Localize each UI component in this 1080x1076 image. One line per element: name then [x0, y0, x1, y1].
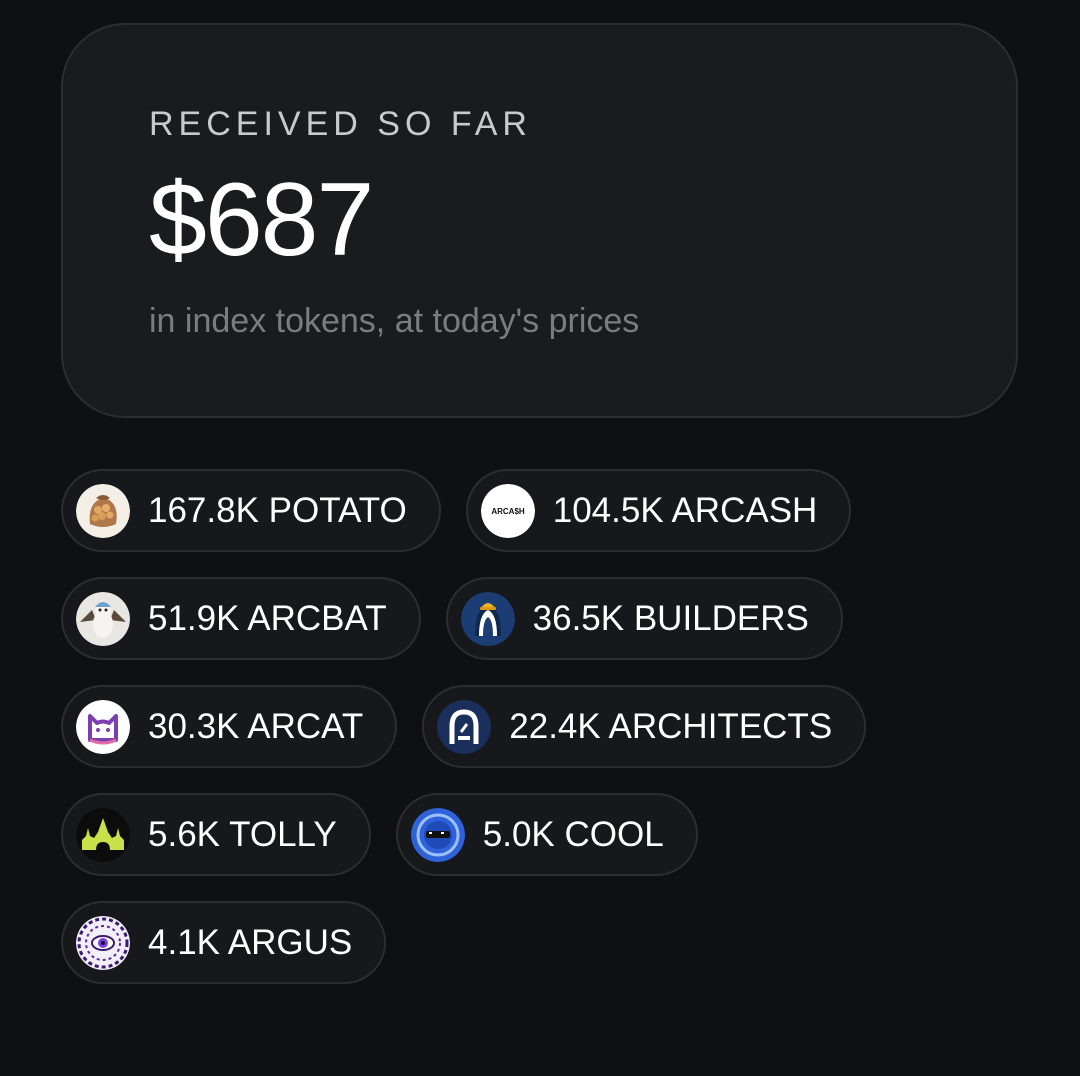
- token-amount: 22.4K ARCHITECTS: [509, 706, 833, 746]
- token-row: 167.8K POTATO ARCA$H 104.5K ARCASH: [61, 469, 1021, 552]
- svg-text:ARCA$H: ARCA$H: [491, 507, 525, 516]
- token-pill-cool[interactable]: 5.0K COOL: [395, 793, 698, 876]
- token-pill-arcat[interactable]: 30.3K ARCAT: [61, 685, 398, 768]
- received-label: RECEIVED SO FAR: [149, 105, 532, 143]
- token-pill-tolly[interactable]: 5.6K TOLLY: [61, 793, 371, 876]
- token-list: 167.8K POTATO ARCA$H 104.5K ARCASH 51.9K…: [61, 469, 1021, 1009]
- token-pill-builders[interactable]: 36.5K BUILDERS: [445, 577, 843, 660]
- token-pill-architects[interactable]: 22.4K ARCHITECTS: [422, 685, 867, 768]
- token-amount: 30.3K ARCAT: [148, 706, 364, 746]
- received-amount: $687: [149, 162, 374, 278]
- token-amount: 5.0K COOL: [482, 814, 664, 854]
- token-amount: 36.5K BUILDERS: [532, 598, 809, 638]
- token-row: 5.6K TOLLY 5.0K COOL: [61, 793, 1021, 876]
- arcash-icon: ARCA$H: [480, 483, 535, 538]
- token-pill-arcash[interactable]: ARCA$H 104.5K ARCASH: [465, 469, 852, 552]
- token-pill-potato[interactable]: 167.8K POTATO: [61, 469, 441, 552]
- token-pill-arcbat[interactable]: 51.9K ARCBAT: [61, 577, 421, 660]
- argus-icon: [76, 915, 130, 970]
- builders-icon: [460, 591, 515, 646]
- received-summary-card: RECEIVED SO FAR $687 in index tokens, at…: [61, 23, 1018, 418]
- cool-icon: [410, 807, 465, 862]
- token-pill-argus[interactable]: 4.1K ARGUS: [61, 901, 387, 984]
- token-amount: 51.9K ARCBAT: [148, 598, 387, 638]
- architects-icon: [437, 699, 492, 754]
- token-amount: 5.6K TOLLY: [148, 814, 337, 854]
- token-amount: 167.8K POTATO: [148, 490, 407, 530]
- arcbat-icon: [76, 591, 130, 646]
- token-amount: 104.5K ARCASH: [552, 490, 818, 530]
- token-row: 4.1K ARGUS: [61, 901, 1021, 984]
- tolly-icon: [76, 807, 130, 862]
- arcat-icon: [76, 699, 130, 754]
- token-row: 51.9K ARCBAT 36.5K BUILDERS: [61, 577, 1021, 660]
- received-note: in index tokens, at today's prices: [149, 302, 640, 340]
- token-row: 30.3K ARCAT 22.4K ARCHITECTS: [61, 685, 1021, 768]
- token-amount: 4.1K ARGUS: [148, 922, 353, 962]
- potato-icon: [76, 483, 130, 538]
